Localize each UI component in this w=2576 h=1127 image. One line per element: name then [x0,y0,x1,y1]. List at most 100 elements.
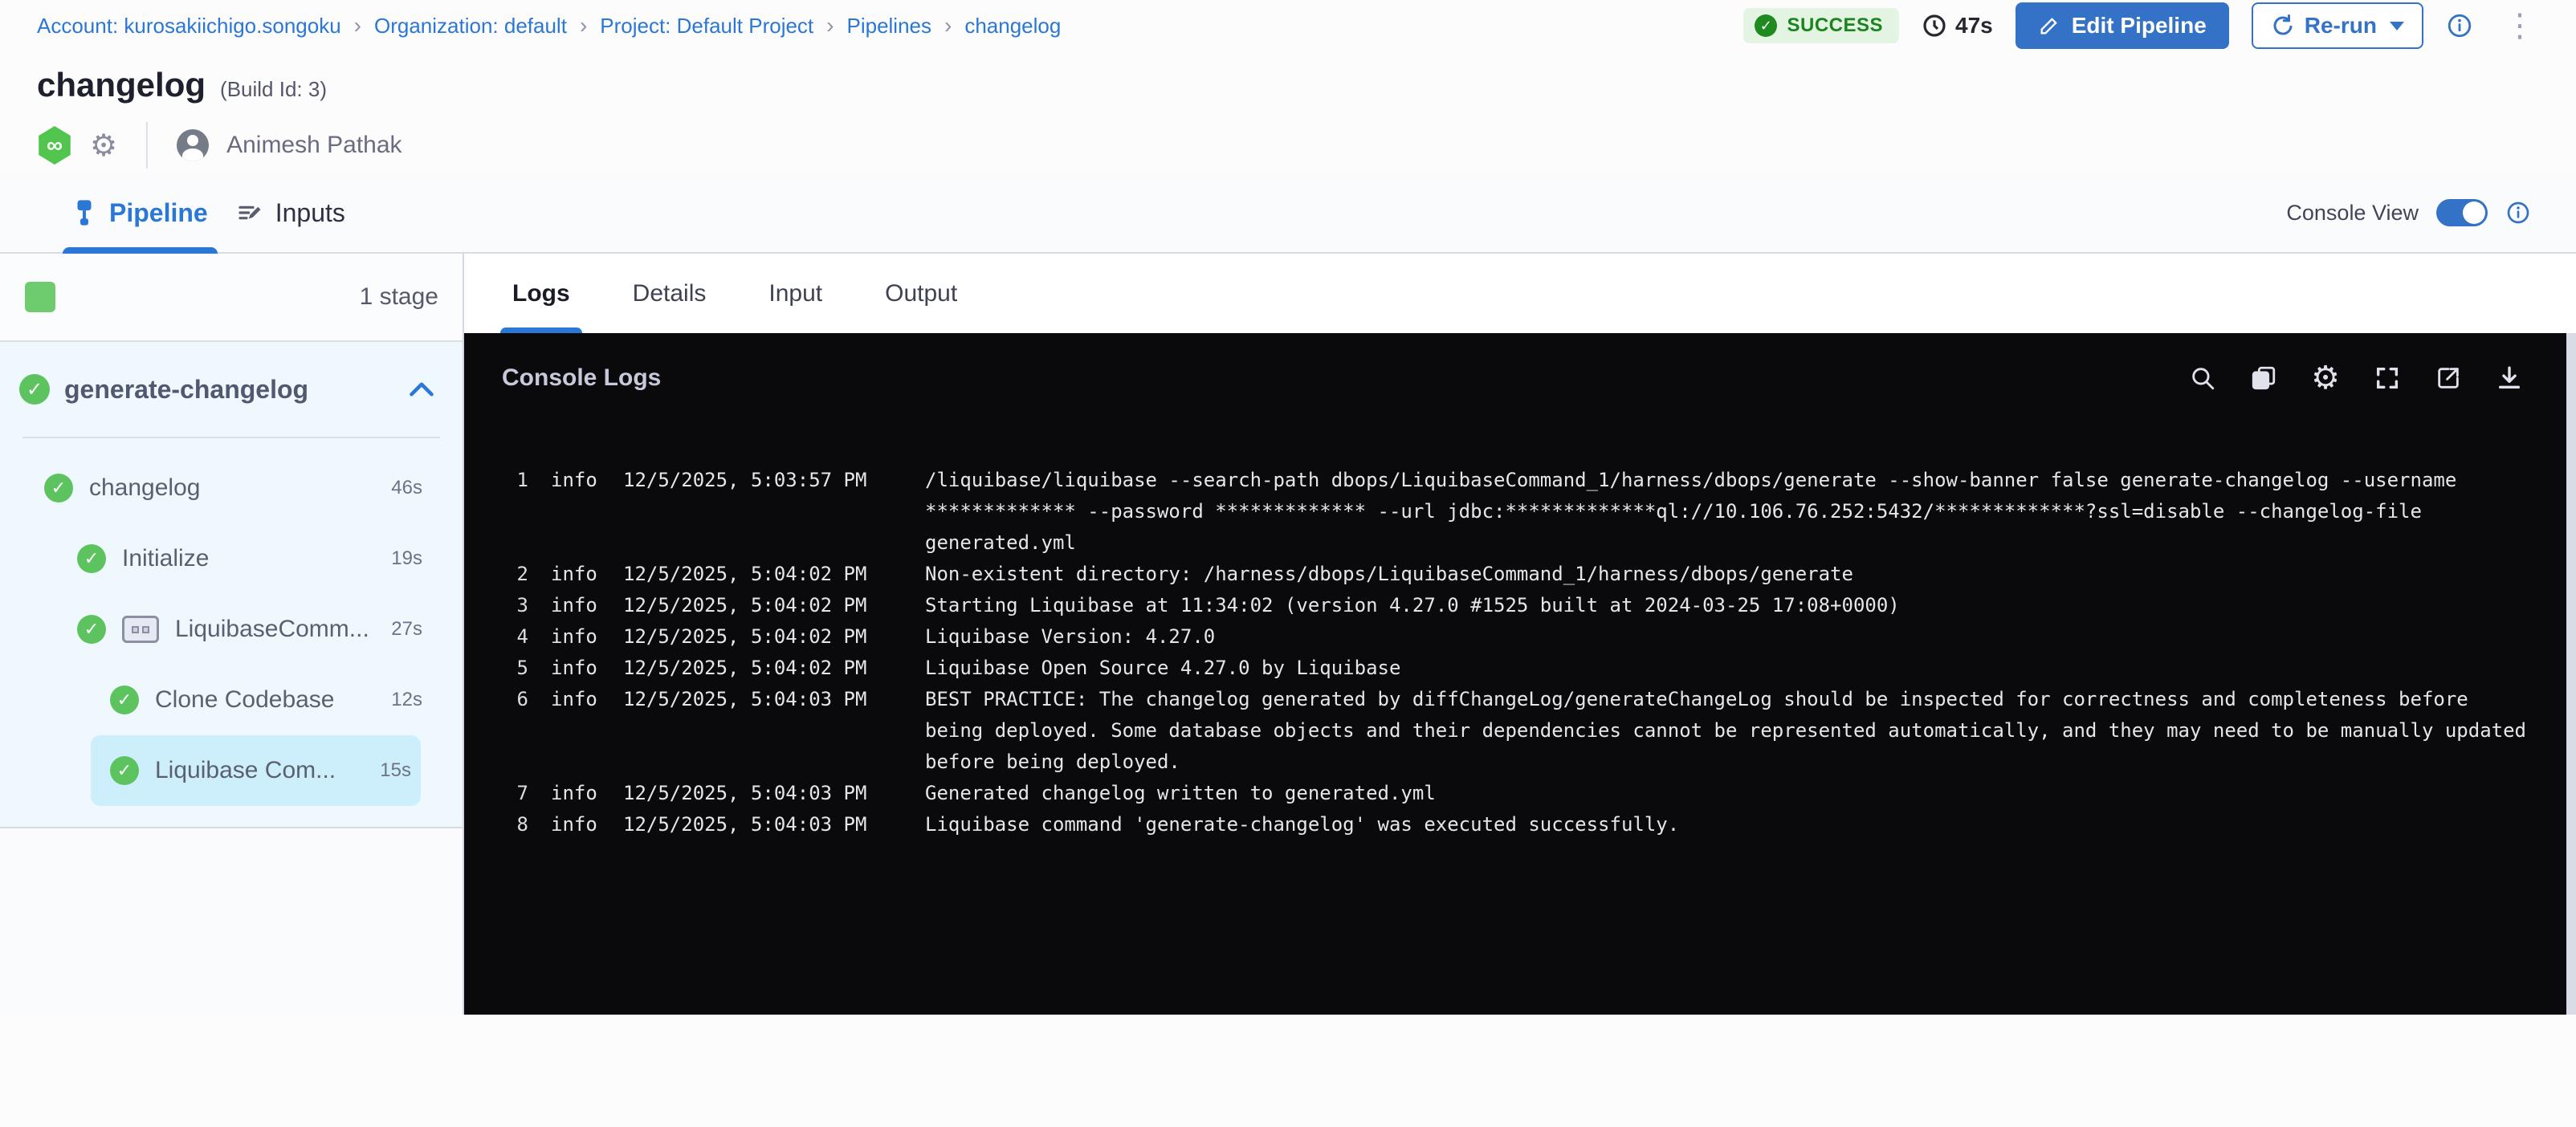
console-log-body: 1 info 12/5/2025, 5:03:57 PM /liquibase/… [464,423,2576,840]
log-line: 8 info 12/5/2025, 5:04:03 PM Liquibase c… [501,809,2528,840]
stage-tree: ✓ generate-changelog ✓ changelog 46s ✓ [0,342,463,828]
duration-label: 47s [1955,13,1993,39]
fullscreen-icon[interactable] [2374,364,2401,392]
rerun-label: Re-run [2305,13,2377,39]
console-view-info-icon[interactable] [2505,200,2531,226]
step-label: LiquibaseComm... [175,616,375,643]
step-label: changelog [89,474,375,502]
log-line: 7 info 12/5/2025, 5:04:03 PM Generated c… [501,778,2528,809]
console-view-control: Console View [2286,199,2531,226]
stage-name: generate-changelog [64,375,395,405]
console-header: Console Logs [464,333,2576,423]
chevron-up-icon[interactable] [410,381,434,397]
log-line-number: 4 [501,621,528,653]
log-settings-gear-icon[interactable]: ⚙ [2311,362,2340,394]
log-level: info [551,778,601,809]
log-message: Liquibase Open Source 4.27.0 by Liquibas… [925,653,2528,684]
info-icon[interactable] [2446,12,2473,39]
breadcrumb: Account: kurosakiichigo.songoku › Organi… [37,14,1061,39]
author-name: Animesh Pathak [226,132,401,159]
log-line-number: 3 [501,590,528,621]
pipeline-icon [72,199,96,226]
gear-icon[interactable]: ⚙ [90,128,117,163]
log-line: 3 info 12/5/2025, 5:04:02 PM Starting Li… [501,590,2528,621]
breadcrumb-project[interactable]: Project: Default Project [600,14,813,39]
step-row-initialize[interactable]: ✓ Initialize 19s [0,523,463,594]
step-list: ✓ changelog 46s ✓ Initialize 19s ✓ Liqui… [0,438,463,806]
log-timestamp: 12/5/2025, 5:04:03 PM [623,809,903,840]
top-actions: ✓ SUCCESS 47s Edit Pipeline Re-run [1743,2,2544,49]
step-row-liquibase-command-selected[interactable]: ✓ Liquibase Com... 15s [91,735,421,806]
log-timestamp: 12/5/2025, 5:04:02 PM [623,621,903,653]
more-options-kebab-icon[interactable]: ⋮ [2496,13,2544,39]
content-area: 1 stage ✓ generate-changelog ✓ changelog… [0,254,2576,1015]
execution-sidebar: 1 stage ✓ generate-changelog ✓ changelog… [0,254,464,1015]
copy-icon[interactable] [2250,364,2277,392]
breadcrumb-account[interactable]: Account: kurosakiichigo.songoku [37,14,341,39]
log-level: info [551,559,601,590]
log-message: Liquibase command 'generate-changelog' w… [925,809,2528,840]
edit-pipeline-button[interactable]: Edit Pipeline [2016,2,2229,49]
download-icon[interactable] [2496,364,2523,392]
step-row-liquibase-command-group[interactable]: ✓ LiquibaseComm... 27s [0,594,463,665]
rerun-button[interactable]: Re-run [2252,2,2423,49]
inputs-icon [237,200,263,226]
success-check-icon: ✓ [19,374,50,405]
tab-output[interactable]: Output [873,254,969,333]
divider [146,122,148,169]
success-check-icon: ✓ [77,544,106,573]
step-duration: 27s [391,618,422,641]
status-badge-label: SUCCESS [1787,14,1883,37]
step-duration: 15s [380,759,411,782]
log-timestamp: 12/5/2025, 5:04:03 PM [623,684,903,778]
breadcrumb-organization[interactable]: Organization: default [374,14,567,39]
log-line: 1 info 12/5/2025, 5:03:57 PM /liquibase/… [501,465,2528,559]
open-in-new-icon[interactable] [2435,364,2462,392]
title-row: changelog (Build Id: 3) [0,51,2576,104]
log-line: 4 info 12/5/2025, 5:04:02 PM Liquibase V… [501,621,2528,653]
step-duration: 12s [391,689,422,711]
main-tab-bar: Pipeline Inputs Console View [0,173,2576,254]
chevron-right-icon: › [578,14,589,37]
tab-logs[interactable]: Logs [500,254,582,333]
meta-row: ∞ ⚙ Animesh Pathak [0,104,2576,165]
log-level: info [551,621,601,653]
log-message: Non-existent directory: /harness/dbops/L… [925,559,2528,590]
log-tab-bar: Logs Details Input Output [464,254,2576,333]
log-timestamp: 12/5/2025, 5:04:02 PM [623,653,903,684]
log-level: info [551,684,601,778]
search-icon[interactable] [2189,364,2216,392]
log-line-number: 1 [501,465,528,559]
step-duration: 46s [391,477,422,499]
success-check-icon: ✓ [1755,14,1777,37]
stage-header: 1 stage [0,254,463,342]
console-view-toggle[interactable] [2436,199,2488,226]
step-label: Initialize [122,545,375,572]
tab-inputs[interactable]: Inputs [222,173,360,252]
breadcrumb-pipelines[interactable]: Pipelines [846,14,931,39]
log-timestamp: 12/5/2025, 5:04:02 PM [623,590,903,621]
pipeline-execution-page: Account: kurosakiichigo.songoku › Organi… [0,0,2576,1127]
clock-icon [1922,13,1947,39]
step-row-clone-codebase[interactable]: ✓ Clone Codebase 12s [0,665,463,735]
log-message: BEST PRACTICE: The changelog generated b… [925,684,2528,778]
log-line-number: 2 [501,559,528,590]
step-row-changelog[interactable]: ✓ changelog 46s [0,453,463,523]
log-line-number: 8 [501,809,528,840]
scrollbar[interactable] [2566,333,2576,1015]
step-duration: 19s [391,547,422,570]
success-check-icon: ✓ [110,686,139,714]
tab-details[interactable]: Details [621,254,719,333]
stage-count-label: 1 stage [360,283,438,311]
tab-pipeline[interactable]: Pipeline [58,173,222,252]
caret-down-icon [2390,22,2404,31]
breadcrumb-pipeline-name[interactable]: changelog [964,14,1061,39]
tab-input[interactable]: Input [756,254,834,333]
console-toolbar: ⚙ [2189,362,2523,394]
ci-module-icon: ∞ [37,126,72,165]
console-title: Console Logs [502,364,2189,392]
edit-pipeline-label: Edit Pipeline [2072,13,2207,39]
log-timestamp: 12/5/2025, 5:04:03 PM [623,778,903,809]
stage-row-generate-changelog[interactable]: ✓ generate-changelog [0,342,463,437]
log-message: Generated changelog written to generated… [925,778,2528,809]
